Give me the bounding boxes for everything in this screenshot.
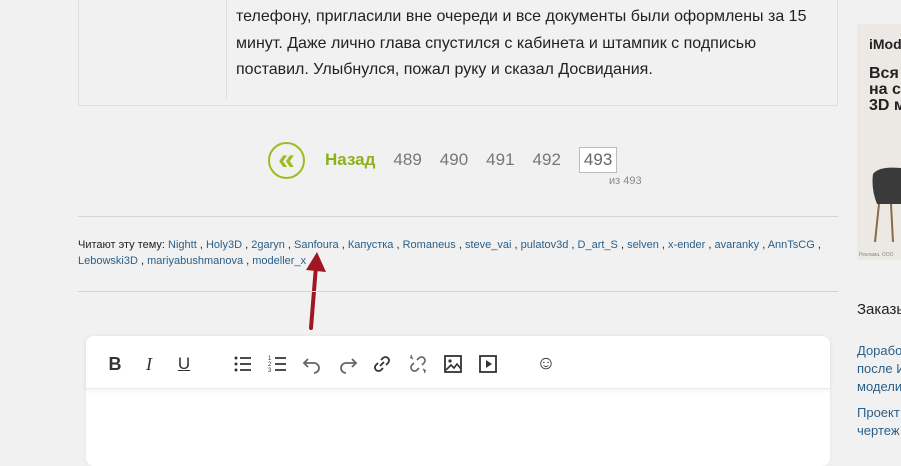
divider-top xyxy=(78,216,838,217)
ad-banner[interactable]: iMod Вся на с 3D м Реклама. ООО xyxy=(857,24,901,260)
undo-icon[interactable] xyxy=(301,353,323,375)
reader-link[interactable]: mariyabushmanova xyxy=(147,255,243,267)
page-total: из 493 xyxy=(609,175,642,187)
sidebar-order-link[interactable]: Проект чертеж xyxy=(857,404,900,440)
reader-link[interactable]: Капустка xyxy=(348,239,394,251)
annotation-arrow xyxy=(306,252,326,330)
chair-image xyxy=(872,167,901,243)
reader-link[interactable]: Romaneus xyxy=(403,239,456,251)
reader-link[interactable]: Holy3D xyxy=(206,239,242,251)
reader-link[interactable]: 2garyn xyxy=(251,239,285,251)
sidebar-order-link[interactable]: Доработ после И модели xyxy=(857,342,901,396)
sidebar-title: Заказы xyxy=(857,301,901,318)
back-link[interactable]: Назад xyxy=(325,150,375,170)
reader-link[interactable]: selven xyxy=(627,239,659,251)
emoji-icon[interactable]: ☺ xyxy=(535,353,557,375)
unlink-icon[interactable] xyxy=(407,353,429,375)
pagination: « Назад 489 490 491 492 493 xyxy=(268,138,618,182)
redo-icon[interactable] xyxy=(337,353,359,375)
page-link-489[interactable]: 489 xyxy=(393,150,421,170)
underline-button[interactable]: U xyxy=(173,353,195,375)
page-link-492[interactable]: 492 xyxy=(533,150,561,170)
post-divider xyxy=(226,0,227,98)
editor-toolbar: B I U 123 ☺ xyxy=(86,336,830,389)
forum-post: телефону, пригласили вне очереди и все д… xyxy=(78,0,838,106)
reader-link[interactable]: pulatov3d xyxy=(521,239,569,251)
current-page: 493 xyxy=(578,147,618,173)
reader-link[interactable]: modeller_x xyxy=(252,255,306,267)
page-link-491[interactable]: 491 xyxy=(486,150,514,170)
ad-headline: Вся на с 3D м xyxy=(869,65,901,114)
divider-bottom xyxy=(78,291,838,292)
ad-brand: iMod xyxy=(869,36,901,52)
post-text: телефону, пригласили вне очереди и все д… xyxy=(236,8,807,78)
link-icon[interactable] xyxy=(371,353,393,375)
readers-list: Читают эту тему: Nightt , Holy3D , 2gary… xyxy=(78,239,821,267)
page-link-490[interactable]: 490 xyxy=(440,150,468,170)
reader-link[interactable]: avaranky xyxy=(715,239,760,251)
svg-text:3: 3 xyxy=(268,368,272,374)
reader-link[interactable]: Lebowski3D xyxy=(78,255,138,267)
reader-link[interactable]: x-ender xyxy=(668,239,705,251)
reader-link[interactable]: Nightt xyxy=(168,239,197,251)
back-arrows-icon[interactable]: « xyxy=(268,141,305,179)
reader-link[interactable]: steve_vai xyxy=(465,239,511,251)
reader-link[interactable]: AnnTsCG xyxy=(768,239,815,251)
reply-editor[interactable]: B I U 123 ☺ xyxy=(86,336,830,466)
bullet-list-icon[interactable] xyxy=(232,353,254,375)
ad-legal: Реклама. ООО xyxy=(859,252,894,258)
readers-label: Читают эту тему: xyxy=(78,239,165,251)
image-icon[interactable] xyxy=(442,353,464,375)
italic-button[interactable]: I xyxy=(138,353,160,375)
media-icon[interactable] xyxy=(477,353,499,375)
bold-button[interactable]: B xyxy=(104,353,126,375)
numbered-list-icon[interactable]: 123 xyxy=(267,353,289,375)
reader-link[interactable]: D_art_S xyxy=(578,239,618,251)
